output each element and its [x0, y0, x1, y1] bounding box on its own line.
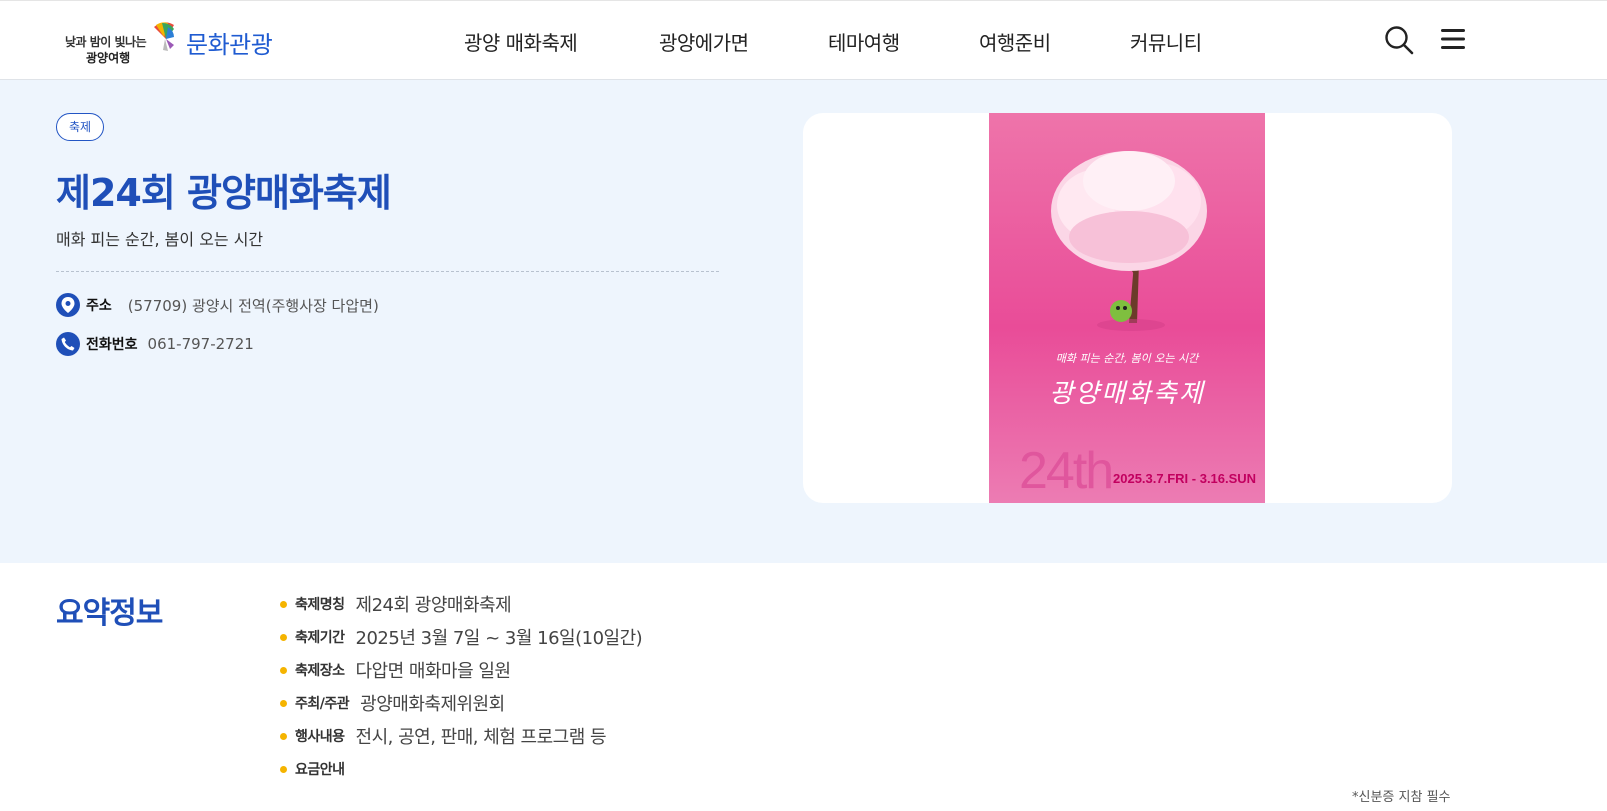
summary-value: 광양매화축제위원회 [360, 694, 505, 715]
festival-hero: 축제 제24회 광양매화축제 매화 피는 순간, 봄이 오는 시간 주소 (57… [0, 80, 1607, 563]
bullet-icon [280, 600, 287, 608]
summary-value: 전시, 공연, 판매, 체험 프로그램 등 [355, 727, 607, 748]
phone-row: 전화번호 061-797-2721 [56, 331, 254, 357]
poster-card: 매화 피는 순간, 봄이 오는 시간 광양매화축제 24th 2025.3.7.… [803, 113, 1452, 503]
bullet-icon [280, 666, 287, 674]
logo-tagline: 낮과 밤이 빛나는 [65, 35, 147, 49]
festival-subtitle: 매화 피는 순간, 봄이 오는 시간 [56, 230, 264, 249]
poster-dates: 2025.3.7.FRI - 3.16.SUN [1113, 471, 1257, 486]
category-badge: 축제 [56, 113, 105, 141]
summary-value: 다압면 매화마을 일원 [355, 661, 511, 682]
festival-title: 제24회 광양매화축제 [56, 171, 392, 215]
poster-title: 광양매화축제 [1049, 379, 1205, 409]
summary-heading: 요약정보 [56, 596, 163, 631]
bullet-icon [280, 765, 287, 773]
logo-title: 광양여행 [86, 51, 131, 65]
nav-item-gwangyang[interactable]: 광양에가면 [659, 27, 749, 56]
summary-item: 주최/주관 광양매화축제위원회 [280, 691, 505, 715]
nav-item-travel-prep[interactable]: 여행준비 [979, 27, 1051, 56]
bullet-icon [280, 633, 287, 641]
summary-value: 2025년 3월 7일 ~ 3월 16일(10일간) [355, 628, 643, 649]
summary-label: 축제명칭 [295, 597, 345, 613]
phone-icon [56, 332, 80, 356]
summary-item: 축제장소 다압면 매화마을 일원 [280, 658, 511, 682]
search-button[interactable] [1384, 25, 1414, 55]
nav-item-theme-travel[interactable]: 테마여행 [828, 27, 900, 56]
address-row: 주소 (57709) 광양시 전역(주행사장 다압면) [56, 292, 379, 318]
site-logo[interactable]: 낮과 밤이 빛나는 광양여행 [62, 19, 174, 67]
summary-label: 주최/주관 [295, 696, 350, 712]
summary-item: 축제기간 2025년 3월 7일 ~ 3월 16일(10일간) [280, 625, 643, 649]
logo-fan-icon [154, 22, 174, 51]
summary-label: 축제장소 [295, 663, 345, 679]
poster-edition: 24th [1019, 442, 1114, 500]
summary-item: 요금안내 [280, 757, 356, 781]
address-label: 주소 [86, 298, 112, 314]
divider [56, 271, 719, 272]
phone-label: 전화번호 [86, 337, 138, 353]
blossom-tree-illustration [1051, 151, 1207, 331]
site-header: 낮과 밤이 빛나는 광양여행 문화관광 광양 매화축제 광양에가면 테마여행 여… [0, 0, 1607, 80]
bullet-icon [280, 699, 287, 707]
nav-item-maehwa-festival[interactable]: 광양 매화축제 [464, 27, 578, 56]
location-pin-icon [56, 293, 80, 317]
hamburger-menu-icon [1441, 29, 1465, 49]
nav-item-community[interactable]: 커뮤니티 [1130, 27, 1202, 56]
summary-label: 축제기간 [295, 630, 345, 646]
summary-item: 축제명칭 제24회 광양매화축제 [280, 592, 512, 616]
address-value: (57709) 광양시 전역(주행사장 다압면) [127, 296, 379, 315]
festival-poster[interactable]: 매화 피는 순간, 봄이 오는 시간 광양매화축제 24th 2025.3.7.… [989, 113, 1265, 503]
site-name[interactable]: 문화관광 [186, 25, 273, 60]
summary-value: 제24회 광양매화축제 [355, 595, 512, 616]
menu-button[interactable] [1440, 27, 1466, 51]
phone-value[interactable]: 061-797-2721 [148, 335, 254, 353]
poster-tagline: 매화 피는 순간, 봄이 오는 시간 [1055, 352, 1199, 365]
summary-label: 행사내용 [295, 729, 345, 745]
search-icon [1385, 26, 1414, 55]
bullet-icon [280, 732, 287, 740]
summary-item: 행사내용 전시, 공연, 판매, 체험 프로그램 등 [280, 724, 607, 748]
summary-label: 요금안내 [295, 762, 345, 778]
id-required-note: *신분증 지참 필수 [1352, 790, 1451, 805]
